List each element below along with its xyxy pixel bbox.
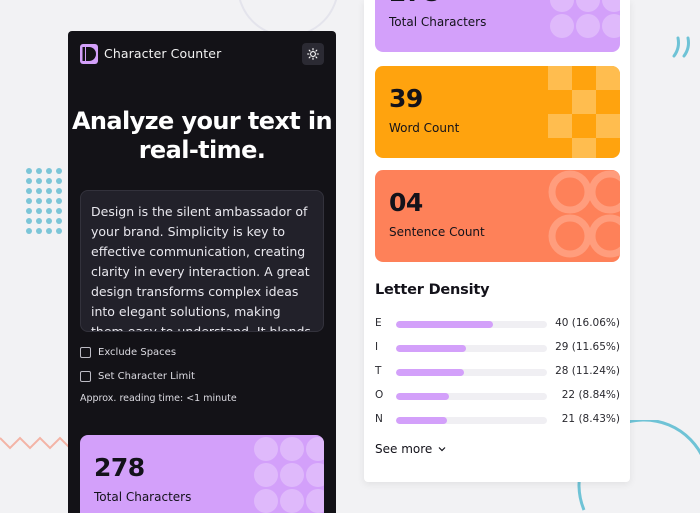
density-bar-track [396,345,547,352]
page-headline: Analyze your text in real-time. [68,107,336,165]
density-bar-track [396,393,547,400]
character-limit-label: Set Character Limit [98,370,195,382]
card-pattern-circles [550,0,620,38]
density-bar-track [396,321,547,328]
text-input-area[interactable]: Design is the silent ambassador of your … [80,190,324,332]
card-pattern-rings [548,170,620,258]
headline-line-1: Analyze your text in [71,107,333,135]
decorative-dot-grid [26,168,62,236]
density-bar-fill [396,417,447,424]
density-bar-track [396,369,547,376]
sun-icon [307,48,319,60]
density-value: 22 (8.84%) [561,389,620,401]
word-count-label: Word Count [389,121,460,135]
letter-density-row: N 21 (8.43%) [375,413,620,427]
total-characters-value: 278 [389,0,440,7]
mobile-screen-light: 278 Total Characters 39 Word Count 04 Se… [364,0,630,482]
sentence-count-card: 04 Sentence Count [375,170,620,262]
decorative-ticks [672,36,690,58]
letter-density-row: O 22 (8.84%) [375,389,620,403]
see-more-button[interactable]: See more [375,442,446,456]
total-characters-card: 278 Total Characters [80,435,324,513]
exclude-spaces-label: Exclude Spaces [98,346,177,358]
card-pattern-squares [548,66,620,158]
mobile-screen-dark: Character Counter Analyze your text in r… [68,31,336,513]
character-limit-option[interactable]: Set Character Limit [80,369,195,383]
total-characters-value: 278 [94,453,145,482]
sentence-count-value: 04 [389,188,423,217]
density-bar-fill [396,321,493,328]
reading-time: Approx. reading time: <1 minute [80,393,237,404]
density-letter: T [375,365,382,377]
letter-density-row: I 29 (11.65%) [375,341,620,355]
exclude-spaces-option[interactable]: Exclude Spaces [80,345,176,359]
decorative-zigzag [0,436,70,450]
density-value: 28 (11.24%) [555,365,620,377]
letter-density-title: Letter Density [375,282,490,298]
text-input-content: Design is the silent ambassador of your … [91,204,311,332]
density-bar-fill [396,369,464,376]
app-title: Character Counter [104,46,222,61]
density-bar-fill [396,393,450,400]
letter-density-row: E 40 (16.06%) [375,317,620,331]
density-letter: E [375,317,382,329]
word-count-card: 39 Word Count [375,66,620,158]
headline-line-2: real-time. [138,136,266,164]
density-value: 40 (16.06%) [555,317,620,329]
card-pattern-circles [254,437,324,513]
see-more-label: See more [375,442,433,456]
exclude-spaces-checkbox[interactable] [80,346,91,358]
chevron-down-icon [438,447,446,452]
letter-density-row: T 28 (11.24%) [375,365,620,379]
density-bar-fill [396,345,467,352]
total-characters-label: Total Characters [94,490,192,504]
word-count-value: 39 [389,84,423,113]
sentence-count-label: Sentence Count [389,225,485,239]
app-header: Character Counter [80,43,324,65]
density-value: 29 (11.65%) [555,341,620,353]
density-letter: I [375,341,379,353]
theme-toggle-button[interactable] [302,43,324,65]
app-logo-icon [80,44,98,64]
total-characters-label: Total Characters [389,15,487,29]
density-bar-track [396,417,547,424]
density-value: 21 (8.43%) [561,413,620,425]
density-letter: N [375,413,383,425]
character-limit-checkbox[interactable] [80,370,91,382]
total-characters-card: 278 Total Characters [375,0,620,52]
density-letter: O [375,389,384,401]
